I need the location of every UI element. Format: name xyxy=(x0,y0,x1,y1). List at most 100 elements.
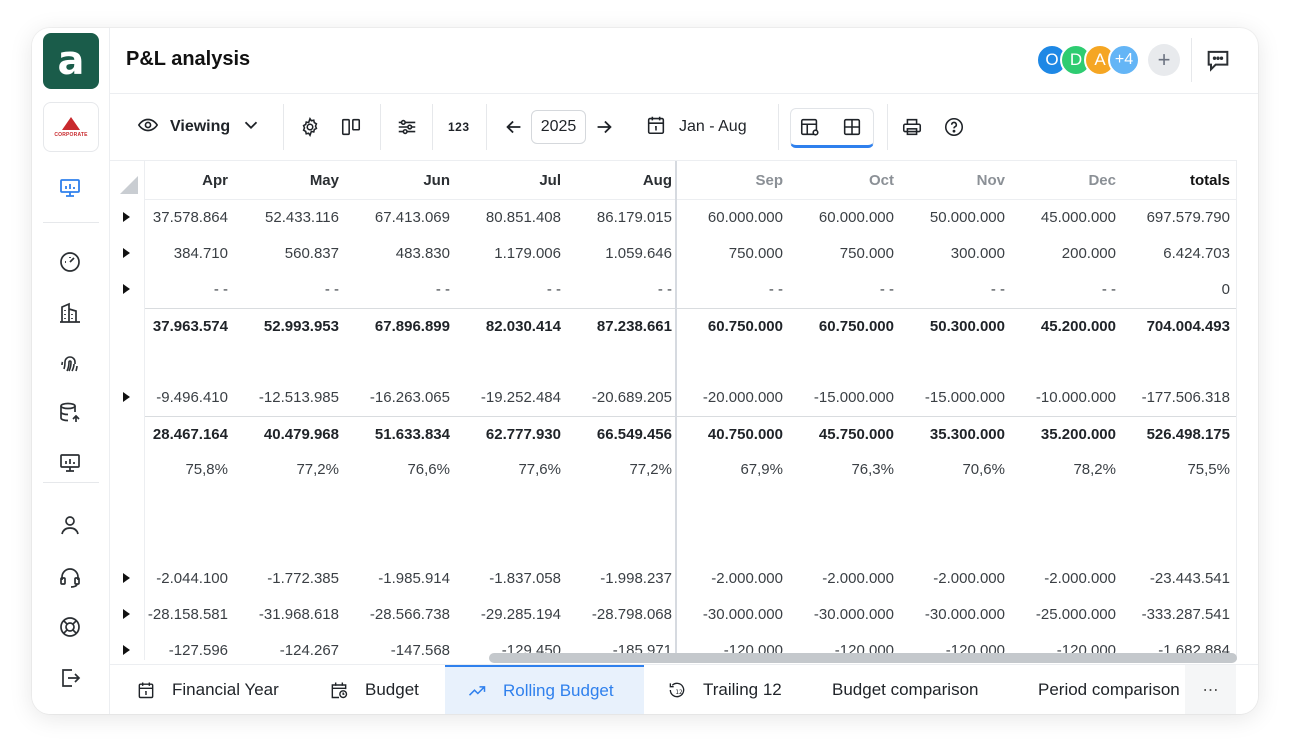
tab-period-comparison[interactable]: Period comparison xyxy=(1038,665,1186,714)
table-cell[interactable]: 75,5% xyxy=(1120,461,1234,478)
print-icon[interactable] xyxy=(901,94,923,160)
prev-year-button[interactable] xyxy=(503,94,525,160)
more-tabs-button[interactable]: ⋯ xyxy=(1185,665,1236,714)
table-cell[interactable]: -28.566.738 xyxy=(343,606,454,623)
table-cell[interactable]: 45.000.000 xyxy=(1009,209,1120,226)
table-cell[interactable]: 1.059.646 xyxy=(565,245,676,262)
fingerprint-icon[interactable] xyxy=(55,348,85,378)
table-cell[interactable]: 40.750.000 xyxy=(676,426,787,443)
table-cell[interactable]: -1.772.385 xyxy=(232,570,343,587)
view-mode-dropdown[interactable]: Viewing xyxy=(137,94,262,160)
table-cell[interactable]: 45.200.000 xyxy=(1009,318,1120,335)
table-cell[interactable]: -28.798.068 xyxy=(565,606,676,623)
column-header[interactable]: Nov xyxy=(898,172,1009,189)
expand-row-caret-icon[interactable] xyxy=(123,609,130,619)
next-year-button[interactable] xyxy=(593,94,615,160)
database-upload-icon[interactable] xyxy=(55,398,85,428)
table-cell[interactable]: 1.179.006 xyxy=(454,245,565,262)
tab-budget[interactable]: Budget xyxy=(329,665,419,714)
settings-icon[interactable] xyxy=(299,94,321,160)
table-cell[interactable]: 87.238.661 xyxy=(565,318,676,335)
table-cell[interactable]: -2.000.000 xyxy=(1009,570,1120,587)
table-cell[interactable]: 62.777.930 xyxy=(454,426,565,443)
year-value[interactable]: 2025 xyxy=(531,110,586,144)
table-cell[interactable]: 60.000.000 xyxy=(787,209,898,226)
table-cell[interactable]: 76,6% xyxy=(343,461,454,478)
column-header[interactable]: Dec xyxy=(1009,172,1120,189)
table-row[interactable]: - -- -- -- -- -- -- -- -- -0 xyxy=(110,272,1236,308)
table-cell[interactable]: 76,3% xyxy=(787,461,898,478)
table-cell[interactable]: - - xyxy=(1009,281,1120,298)
table-settings-icon[interactable] xyxy=(799,94,821,160)
table-cell[interactable]: 60.750.000 xyxy=(787,318,898,335)
table-cell[interactable]: - - xyxy=(565,281,676,298)
speedometer-icon[interactable] xyxy=(55,247,85,277)
table-cell[interactable]: -1.998.237 xyxy=(565,570,676,587)
table-cell[interactable]: 67,9% xyxy=(676,461,787,478)
grid-icon[interactable] xyxy=(841,94,863,160)
table-row[interactable]: 75,8% 77,2% 76,6% 77,6% 77,2% 67,9% 76,3% 70,6%… xyxy=(110,452,1236,488)
table-cell[interactable]: 70,6% xyxy=(898,461,1009,478)
table-cell[interactable]: -19.252.484 xyxy=(454,389,565,406)
comments-icon[interactable] xyxy=(1204,46,1232,74)
expand-row-caret-icon[interactable] xyxy=(123,573,130,583)
table-cell[interactable]: 50.000.000 xyxy=(898,209,1009,226)
table-cell[interactable]: 6.424.703 xyxy=(1120,245,1234,262)
table-cell[interactable]: 0 xyxy=(1120,281,1234,298)
table-cell[interactable]: 35.300.000 xyxy=(898,426,1009,443)
add-collaborator-button[interactable]: + xyxy=(1148,44,1180,76)
table-cell[interactable]: -20.689.205 xyxy=(565,389,676,406)
table-cell[interactable]: - - xyxy=(343,281,454,298)
column-header[interactable]: Aug xyxy=(565,172,676,189)
table-cell[interactable]: 67.413.069 xyxy=(343,209,454,226)
table-cell[interactable]: 66.549.456 xyxy=(565,426,676,443)
table-cell[interactable]: -12.513.985 xyxy=(232,389,343,406)
table-row[interactable]: -9.496.410 -12.513.985 -16.263.065 -19.252.… xyxy=(110,380,1236,416)
expand-row-caret-icon[interactable] xyxy=(123,284,130,294)
table-cell[interactable]: 40.479.968 xyxy=(232,426,343,443)
column-header[interactable]: Oct xyxy=(787,172,898,189)
table-cell[interactable]: - - xyxy=(676,281,787,298)
column-header[interactable]: Sep xyxy=(676,172,787,189)
table-cell[interactable]: -15.000.000 xyxy=(787,389,898,406)
table-cell[interactable]: 60.000.000 xyxy=(676,209,787,226)
table-cell[interactable]: 50.300.000 xyxy=(898,318,1009,335)
table-cell[interactable]: 526.498.175 xyxy=(1120,426,1234,443)
table-cell[interactable]: 77,2% xyxy=(232,461,343,478)
year-input[interactable]: 2025 xyxy=(531,94,586,160)
column-header[interactable]: Jul xyxy=(454,172,565,189)
app-logo[interactable]: a xyxy=(43,33,99,89)
table-cell[interactable]: -2.000.000 xyxy=(676,570,787,587)
table-cell[interactable]: -30.000.000 xyxy=(787,606,898,623)
table-cell[interactable]: -30.000.000 xyxy=(898,606,1009,623)
table-cell[interactable]: 300.000 xyxy=(898,245,1009,262)
table-cell[interactable]: 52.433.116 xyxy=(232,209,343,226)
column-header[interactable]: Jun xyxy=(343,172,454,189)
presentation-chart-icon[interactable] xyxy=(55,173,85,203)
number-format-button[interactable]: 123 xyxy=(448,94,470,160)
table-cell[interactable]: - - xyxy=(898,281,1009,298)
table-cell[interactable]: 200.000 xyxy=(1009,245,1120,262)
tab-budget-comparison[interactable]: Budget comparison xyxy=(832,665,978,714)
help-icon[interactable] xyxy=(943,94,965,160)
table-row[interactable]: 37.578.864 52.433.116 67.413.069 80.851.408… xyxy=(110,200,1236,236)
table-row[interactable]: 37.963.574 52.993.953 67.896.899 82.030.414… xyxy=(110,308,1236,344)
expand-row-caret-icon[interactable] xyxy=(123,645,130,655)
table-cell[interactable]: 560.837 xyxy=(232,245,343,262)
headset-icon[interactable] xyxy=(55,562,85,592)
table-cell[interactable]: -1.985.914 xyxy=(343,570,454,587)
table-cell[interactable]: -147.568 xyxy=(343,642,454,659)
table-cell[interactable]: 483.830 xyxy=(343,245,454,262)
table-cell[interactable]: -177.506.318 xyxy=(1120,389,1234,406)
table-cell[interactable]: 51.633.834 xyxy=(343,426,454,443)
table-cell[interactable]: 78,2% xyxy=(1009,461,1120,478)
table-cell[interactable]: 86.179.015 xyxy=(565,209,676,226)
company-logo[interactable]: CORPORATE xyxy=(43,102,99,152)
table-cell[interactable]: 67.896.899 xyxy=(343,318,454,335)
table-cell[interactable]: -1.837.058 xyxy=(454,570,565,587)
table-cell[interactable]: -2.000.000 xyxy=(898,570,1009,587)
table-cell[interactable]: -10.000.000 xyxy=(1009,389,1120,406)
lifebuoy-icon[interactable] xyxy=(55,612,85,642)
table-cell[interactable]: -25.000.000 xyxy=(1009,606,1120,623)
table-row[interactable]: 28.467.164 40.479.968 51.633.834 62.777.930… xyxy=(110,416,1236,452)
